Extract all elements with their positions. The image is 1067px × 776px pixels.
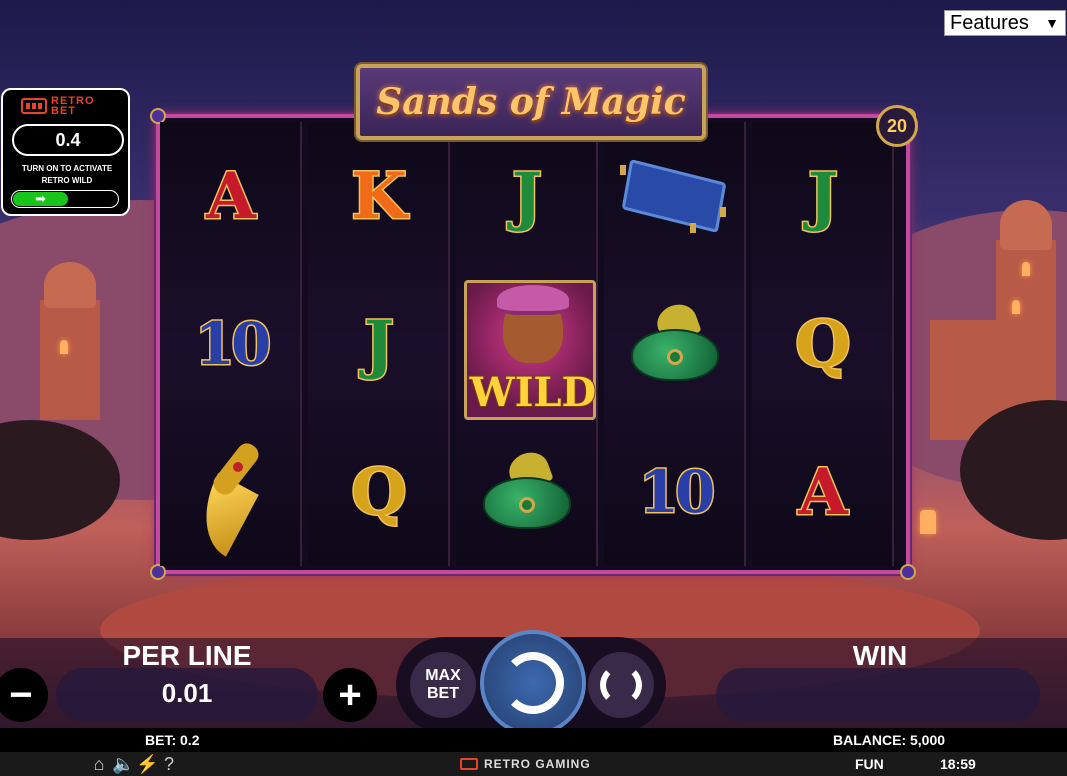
symbol-10: 10: [193, 309, 273, 380]
speed-icon[interactable]: ⚡: [136, 752, 158, 776]
retro-bet-logo: RETRO BET: [21, 96, 95, 117]
magic-carpet-icon: [620, 159, 730, 233]
autoplay-button[interactable]: [588, 652, 654, 718]
spin-icon: [502, 652, 564, 714]
paylines-badge: 20: [876, 105, 918, 147]
symbol-j: J: [362, 305, 395, 383]
retro-wild-toggle[interactable]: ➡: [11, 190, 119, 208]
symbol-wild: WILD: [464, 280, 597, 420]
retro-gaming-logo: RETRO GAMING: [460, 752, 591, 776]
max-bet-line2: BET: [427, 685, 459, 702]
symbol-a: A: [797, 453, 850, 531]
retro-bet-panel: RETRO BET 0.4 TURN ON TO ACTIVATE RETRO …: [1, 88, 130, 216]
reel-cell: WILD: [456, 270, 598, 420]
wild-label: WILD: [469, 368, 597, 417]
reel-cell: J: [456, 122, 598, 270]
balance-display: BALANCE: 5,000: [833, 728, 945, 752]
palace-tower: [40, 300, 100, 420]
bet-label: BET:: [145, 732, 177, 748]
features-select-value: Features: [950, 11, 1029, 34]
symbol-q: Q: [794, 305, 853, 383]
palace-dome: [44, 262, 96, 308]
sound-icon[interactable]: 🔈: [112, 752, 134, 776]
reel-2: KJQ: [308, 122, 450, 566]
symbol-10: 10: [637, 457, 717, 528]
balance-value: 5,000: [910, 732, 946, 748]
spin-button[interactable]: [480, 630, 586, 736]
mode-label: FUN: [855, 756, 884, 772]
max-bet-button[interactable]: MAX BET: [410, 652, 476, 718]
dagger-icon: [181, 432, 281, 557]
reel-cell: [604, 270, 746, 418]
chevron-down-icon: ▼: [1045, 15, 1059, 31]
bet-display: BET: 0.2: [145, 728, 199, 752]
genie-turban: [497, 285, 569, 315]
bet-value: 0.2: [180, 732, 200, 748]
reel-3: J WILD: [456, 122, 598, 566]
symbol-j: J: [806, 157, 839, 235]
retro-caption-line1: TURN ON TO ACTIVATE: [21, 164, 113, 173]
symbol-q: Q: [350, 453, 409, 531]
balance-label: BALANCE:: [833, 732, 907, 748]
reel-cell: A: [160, 122, 302, 270]
reel-cell: [456, 418, 598, 566]
retro-caption-line2: RETRO WILD: [41, 176, 93, 185]
window-light: [60, 340, 68, 354]
game-title: Sands of Magic: [376, 81, 686, 123]
turban-icon: [479, 447, 575, 531]
frame-corner-gem: [900, 564, 916, 580]
frame-corner-gem: [150, 564, 166, 580]
reel-cell: K: [308, 122, 450, 270]
retro-logo-line2: BET: [51, 105, 76, 117]
increase-bet-button[interactable]: +: [323, 668, 377, 722]
reel-cell: A: [752, 418, 894, 566]
reel-cell: 10: [160, 270, 302, 418]
footer-logo-text: RETRO GAMING: [484, 757, 591, 771]
autoplay-icon: [600, 664, 642, 706]
home-icon[interactable]: ⌂: [88, 752, 110, 776]
window-light: [1022, 262, 1030, 276]
reel-cell: Q: [752, 270, 894, 418]
reel-cell: 10: [604, 418, 746, 566]
reel-5: JQA: [752, 122, 894, 566]
per-line-value: 0.01: [161, 678, 213, 708]
reel-cell: J: [752, 122, 894, 270]
window-light: [1012, 300, 1020, 314]
turban-icon: [627, 299, 723, 383]
reel-cell: [604, 122, 746, 270]
max-bet-line1: MAX: [425, 667, 461, 684]
symbol-k: K: [350, 157, 409, 235]
reel-4: 10: [604, 122, 746, 566]
retro-bet-caption: TURN ON TO ACTIVATE RETRO WILD: [7, 163, 127, 187]
retro-bet-value: 0.4: [12, 124, 124, 156]
help-icon[interactable]: ?: [158, 752, 180, 776]
title-banner: Sands of Magic: [356, 64, 706, 140]
symbol-j: J: [510, 157, 543, 235]
palace-dome: [1000, 200, 1052, 250]
reel-cell: [160, 418, 302, 566]
retro-gaming-logo-icon: [460, 758, 478, 770]
symbol-a: A: [205, 157, 258, 235]
reel-1: A 10: [160, 122, 302, 566]
reel-cell: J: [308, 270, 450, 418]
retro-logo-icon: [21, 98, 47, 114]
window-light: [920, 510, 936, 534]
win-display: [716, 668, 1040, 722]
reels-frame: A 10 K J Q J WILD 10 J Q A: [150, 108, 916, 580]
reel-cell: Q: [308, 418, 450, 566]
features-select[interactable]: Features ▼: [944, 10, 1066, 36]
clock: 18:59: [940, 756, 976, 772]
arrow-right-icon: ➡: [13, 191, 68, 206]
